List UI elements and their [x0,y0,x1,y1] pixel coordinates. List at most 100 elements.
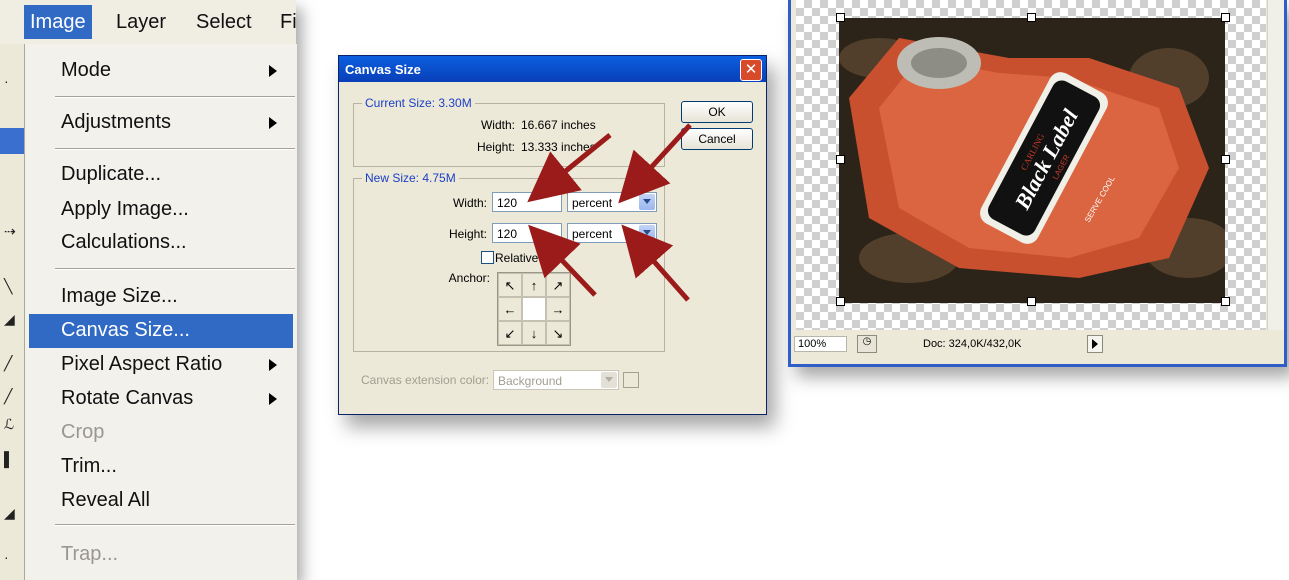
height-unit-value: percent [572,227,613,241]
menu-item-label: Apply Image... [61,198,189,220]
can-photo: CARLING Black Label LAGER SERVE COOL [839,18,1225,303]
menu-item-rotate-canvas[interactable]: Rotate Canvas [29,382,293,416]
dialog-title: Canvas Size [345,62,421,77]
menu-select[interactable]: Select [190,5,258,39]
new-height-label: Height: [448,227,487,241]
menu-item-crop: Crop [29,416,293,450]
anchor-arrow-ne-icon[interactable]: ↗ [546,273,570,297]
tools-panel: · ⇢ ╲ ◢ ╱ ╱ ℒ ▌ ◢ · [0,44,25,580]
doc-size: Doc: 324,0K/432,0K [923,338,1022,350]
selection-strip [0,128,24,154]
menu-item-label: Duplicate... [61,163,162,185]
new-size-title: New Size: 4.75M [362,171,459,185]
tool-icon[interactable]: ╱ [4,389,18,403]
new-height-input[interactable]: 120 [492,223,562,243]
canvas-size-dialog: Canvas Size ✕ Current Size: 3.30M Width:… [338,55,767,415]
chevron-down-icon[interactable] [639,225,655,241]
menu-item-apply-image[interactable]: Apply Image... [29,193,293,227]
menu-filter[interactable]: Fi [274,5,303,39]
anchor-arrow-s-icon[interactable]: ↓ [522,321,546,345]
anchor-arrow-nw-icon[interactable]: ↖ [498,273,522,297]
menu-item-adjustments[interactable]: Adjustments [29,106,293,140]
tool-icon[interactable]: ⇢ [4,224,18,238]
status-menu-icon[interactable] [1087,335,1103,353]
current-size-title: Current Size: 3.30M [362,96,475,110]
info-icon[interactable]: ◷ [857,335,877,353]
menu-item-label: Canvas Size... [61,319,190,341]
menu-item-label: Calculations... [61,231,187,253]
anchor-arrow-se-icon[interactable]: ↘ [546,321,570,345]
menu-item-reveal-all[interactable]: Reveal All [29,484,293,518]
menu-image[interactable]: Image [24,5,92,39]
menu-item-label: Pixel Aspect Ratio [61,353,223,375]
menu-item-label: Image Size... [61,285,178,307]
menu-item-calculations[interactable]: Calculations... [29,226,293,260]
tool-icon[interactable]: · [4,550,18,564]
menu-item-label: Trap... [61,543,119,565]
menu-item-duplicate[interactable]: Duplicate... [29,158,293,192]
anchor-arrow-sw-icon[interactable]: ↙ [498,321,522,345]
extension-color-swatch [623,372,639,388]
dialog-title-bar[interactable]: Canvas Size ✕ [339,56,766,82]
transform-handle[interactable] [836,297,845,306]
height-unit-select[interactable]: percent [567,223,657,243]
vertical-scrollbar[interactable] [1267,0,1284,330]
status-bar: 100% ◷ Doc: 324,0K/432,0K [791,333,1284,353]
transform-handle[interactable] [836,13,845,22]
extension-color-label: Canvas extension color: [361,373,490,387]
menu-item-label: Rotate Canvas [61,387,194,409]
image-menu-screenshot: Image Layer Select Fi · ⇢ ╲ ◢ ╱ ╱ ℒ ▌ ◢ … [0,0,297,580]
close-icon[interactable]: ✕ [740,59,762,81]
anchor-center[interactable] [522,297,546,321]
menu-item-mode[interactable]: Mode [29,54,293,88]
submenu-arrow-icon [269,117,277,129]
tool-icon[interactable]: · [4,74,18,88]
menu-item-label: Crop [61,421,105,443]
menu-item-label: Mode [61,59,112,81]
menu-item-image-size[interactable]: Image Size... [29,280,293,314]
ok-button[interactable]: OK [681,101,753,123]
tool-icon[interactable]: ▌ [4,452,18,466]
anchor-arrow-w-icon[interactable]: ← [498,297,522,321]
relative-checkbox[interactable] [481,251,494,264]
menu-item-pixel-aspect-ratio[interactable]: Pixel Aspect Ratio [29,348,293,382]
width-unit-value: percent [572,196,613,210]
menu-item-canvas-size[interactable]: Canvas Size... [29,314,293,348]
menu-item-label: Adjustments [61,111,172,133]
current-height-value: 13.333 inches [521,140,596,154]
tool-icon[interactable]: ◢ [4,312,18,326]
crushed-can-image: CARLING Black Label LAGER SERVE COOL [839,18,1225,303]
anchor-arrow-e-icon[interactable]: → [546,297,570,321]
tool-icon[interactable]: ╱ [4,356,18,370]
tool-icon[interactable]: ℒ [4,417,18,431]
separator [55,268,295,270]
image-menu-dropdown: Mode Adjustments Duplicate... Apply Imag… [24,44,297,580]
submenu-arrow-icon [269,65,277,77]
extension-color-select: Background [493,370,619,390]
submenu-arrow-icon [269,359,277,371]
transform-handle[interactable] [1221,297,1230,306]
tool-icon[interactable]: ◢ [4,506,18,520]
anchor-grid: ↖ ↑ ↗ ← → ↙ ↓ ↘ [497,272,571,346]
anchor-arrow-n-icon[interactable]: ↑ [522,273,546,297]
transform-handle[interactable] [1221,155,1230,164]
anchor-label: Anchor: [448,271,490,285]
transform-handle[interactable] [1027,13,1036,22]
cancel-button[interactable]: Cancel [681,128,753,150]
transform-handle[interactable] [1221,13,1230,22]
transform-handle[interactable] [836,155,845,164]
current-size-group: Current Size: 3.30M [353,96,665,167]
new-width-input[interactable]: 120 [492,192,562,212]
tool-icon[interactable]: ╲ [4,279,18,293]
menu-layer[interactable]: Layer [110,5,172,39]
zoom-field[interactable]: 100% [794,336,847,352]
submenu-arrow-icon [269,393,277,405]
current-width-value: 16.667 inches [521,118,596,132]
separator [55,96,295,98]
transparent-canvas[interactable]: CARLING Black Label LAGER SERVE COOL [796,0,1266,330]
width-unit-select[interactable]: percent [567,192,657,212]
chevron-down-icon[interactable] [639,194,655,210]
menu-item-trim[interactable]: Trim... [29,450,293,484]
transform-handle[interactable] [1027,297,1036,306]
menu-item-label: Reveal All [61,489,150,511]
